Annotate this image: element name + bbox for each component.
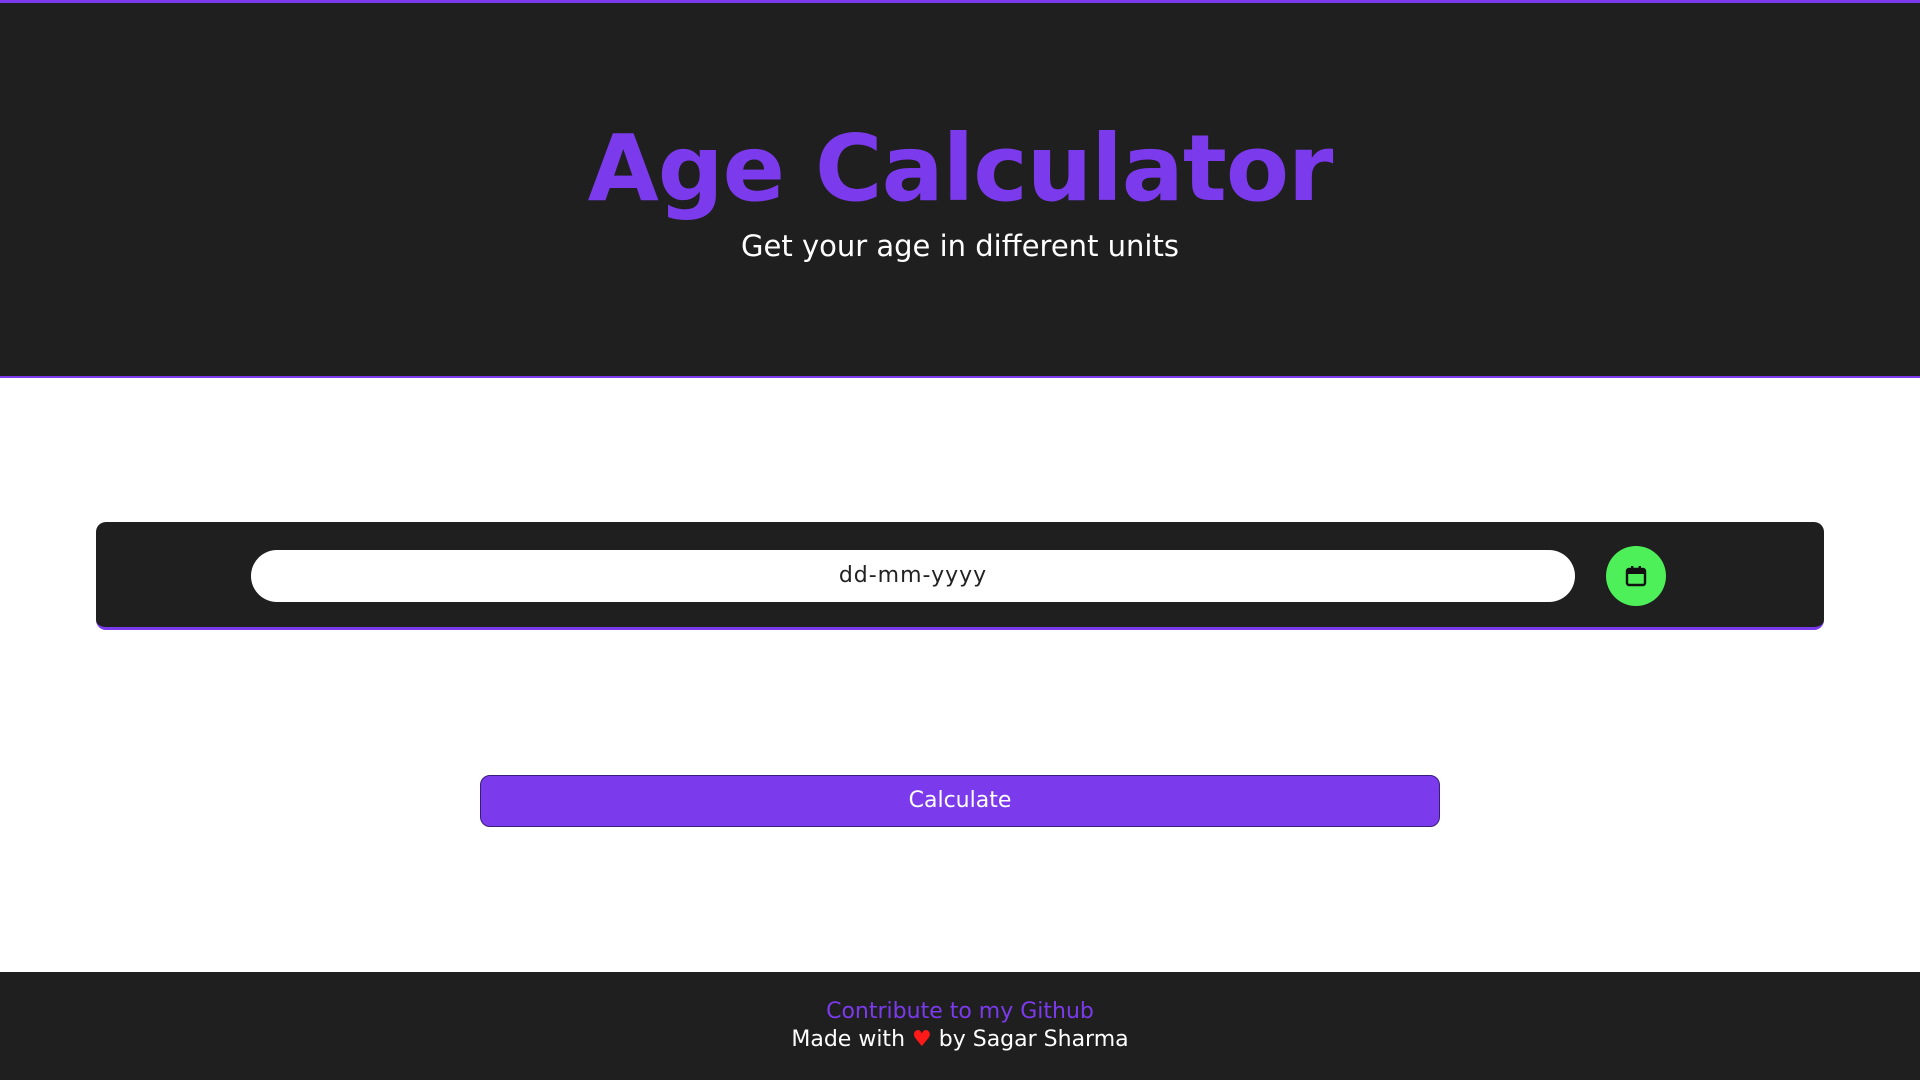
page-header: Age Calculator Get your age in different…	[0, 0, 1920, 378]
page-footer: Contribute to my Github Made with ♥ by S…	[0, 972, 1920, 1080]
date-input-panel: dd-mm-yyyy	[96, 522, 1824, 630]
calendar-button[interactable]	[1606, 546, 1666, 606]
calendar-icon	[1625, 566, 1647, 587]
github-link[interactable]: Contribute to my Github	[0, 999, 1920, 1024]
heart-icon: ♥	[912, 1027, 932, 1052]
footer-credit: Made with ♥ by Sagar Sharma	[0, 1027, 1920, 1052]
calculate-button[interactable]: Calculate	[480, 775, 1440, 827]
author-text: by Sagar Sharma	[938, 1027, 1129, 1052]
page-title: Age Calculator	[587, 115, 1334, 222]
page-subtitle: Get your age in different units	[741, 229, 1179, 263]
date-input[interactable]: dd-mm-yyyy	[251, 550, 1575, 602]
made-with-text: Made with	[791, 1027, 906, 1052]
